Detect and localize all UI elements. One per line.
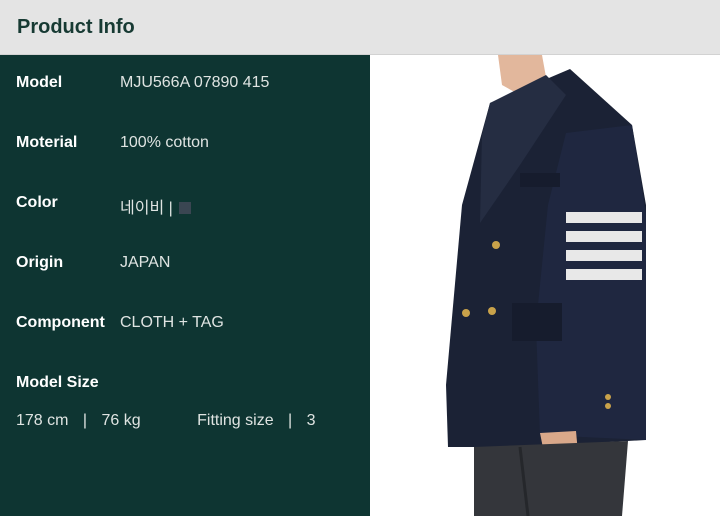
detail-value-color: 네이비 | bbox=[120, 200, 173, 217]
detail-label-model: Model bbox=[16, 74, 63, 91]
pocket-flap bbox=[512, 303, 562, 341]
detail-value-material: 100% cotton bbox=[120, 134, 209, 151]
model-trousers bbox=[474, 441, 628, 516]
detail-value-color-wrap: 네이비 | bbox=[120, 194, 191, 218]
detail-label-material: Moterial bbox=[16, 134, 78, 151]
detail-label-color: Color bbox=[16, 194, 58, 211]
detail-row-origin: Origin JAPAN bbox=[16, 254, 356, 278]
model-size-heading-row: Model Size bbox=[16, 374, 356, 398]
sleeve-stripe-4 bbox=[566, 269, 642, 280]
model-weight: 76 kg bbox=[101, 412, 141, 429]
product-photo bbox=[370, 55, 720, 516]
color-swatch bbox=[178, 202, 191, 214]
detail-row-model: Model MJU566A 07890 415 bbox=[16, 74, 356, 98]
sleeve-stripe-1 bbox=[566, 212, 642, 223]
chest-pocket bbox=[520, 173, 560, 187]
product-info-panel: Model MJU566A 07890 415 Moterial 100% co… bbox=[0, 55, 370, 516]
sleeve-stripe-2 bbox=[566, 231, 642, 242]
model-height: 178 cm bbox=[16, 412, 69, 429]
detail-label-component: Component bbox=[16, 314, 105, 331]
page-title: Product Info bbox=[17, 16, 135, 38]
header-bar: Product Info bbox=[0, 0, 720, 55]
fitting-size-value: 3 bbox=[306, 412, 316, 429]
model-size-label: Model Size bbox=[16, 374, 99, 391]
detail-row-material: Moterial 100% cotton bbox=[16, 134, 356, 158]
detail-row-color: Color 네이비 | bbox=[16, 194, 356, 218]
sleeve-stripe-3 bbox=[566, 250, 642, 261]
jacket-button bbox=[462, 309, 470, 317]
detail-row-component: Component CLOTH + TAG bbox=[16, 314, 356, 338]
fitting-size-label: Fitting size bbox=[197, 412, 274, 429]
detail-value-component: CLOTH + TAG bbox=[120, 314, 224, 331]
fitting-separator: | bbox=[288, 412, 293, 429]
sleeve-button bbox=[605, 394, 611, 400]
jacket-button bbox=[488, 307, 496, 315]
jacket-model-illustration bbox=[446, 55, 646, 516]
detail-value-origin: JAPAN bbox=[120, 254, 171, 271]
jacket-button bbox=[492, 241, 500, 249]
detail-value-model: MJU566A 07890 415 bbox=[120, 74, 270, 91]
detail-label-origin: Origin bbox=[16, 254, 64, 271]
size-separator: | bbox=[82, 412, 88, 429]
model-size-values: 178 cm | 76 kg Fitting size | 3 bbox=[16, 412, 316, 430]
sleeve-button bbox=[605, 403, 611, 409]
